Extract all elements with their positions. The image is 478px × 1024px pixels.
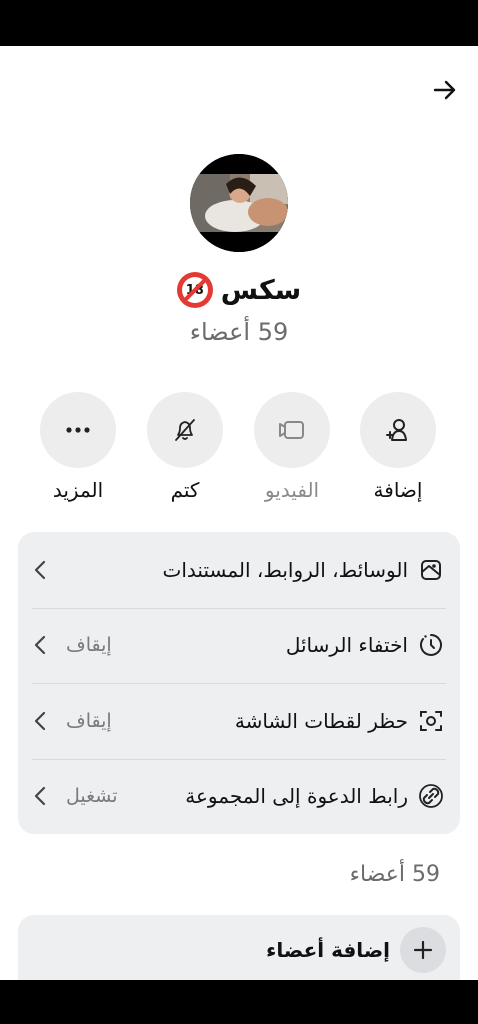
add-button[interactable]: إضافة [348, 392, 448, 502]
no-under-18-icon: 18 [176, 272, 213, 308]
video-label: الفيديو [264, 478, 320, 502]
invite-label: رابط الدعوة إلى المجموعة [185, 784, 408, 809]
chevron-left-icon [32, 635, 48, 655]
status-bar [0, 0, 478, 46]
member-count: 59 أعضاء [189, 318, 289, 346]
group-title: سكس 18 [0, 272, 478, 308]
avatar-photo [190, 154, 288, 252]
invite-link-row[interactable]: رابط الدعوة إلى المجموعة تشغيل [18, 758, 460, 835]
disappearing-value: إيقاف [66, 634, 112, 657]
timer-icon [416, 630, 446, 660]
more-button[interactable]: المزيد [28, 392, 128, 502]
media-label: الوسائط، الروابط، المستندات [162, 557, 408, 582]
navigation-bar [0, 980, 478, 1024]
add-members-button[interactable]: إضافة أعضاء [18, 915, 460, 985]
back-button[interactable] [425, 72, 465, 108]
members-heading: 59 أعضاء [349, 862, 440, 887]
add-members-card: إضافة أعضاء [18, 915, 460, 985]
block-screenshots-row[interactable]: حظر لقطات الشاشة إيقاف [18, 683, 460, 759]
group-avatar[interactable] [190, 154, 288, 252]
settings-card: الوسائط، الروابط، المستندات اختفاء الرسا… [18, 532, 460, 834]
invite-value: تشغيل [66, 785, 118, 808]
screenshot-block-icon [416, 706, 446, 736]
action-buttons: إضافة الفيديو كتم المزيد [0, 392, 478, 512]
chevron-left-icon [32, 560, 48, 580]
screenshot-value: إيقاف [66, 709, 112, 732]
more-icon [66, 427, 90, 433]
video-button[interactable]: الفيديو [242, 392, 342, 502]
disappearing-messages-row[interactable]: اختفاء الرسائل إيقاف [18, 607, 460, 684]
media-icon [416, 555, 446, 585]
mute-label: كتم [170, 478, 200, 502]
chevron-left-icon [32, 711, 48, 731]
add-label: إضافة [373, 478, 423, 502]
add-user-icon [386, 419, 407, 441]
screenshot-label: حظر لقطات الشاشة [234, 708, 408, 733]
group-name: سكس [220, 274, 302, 306]
video-icon [279, 421, 304, 439]
arrow-right-icon [433, 80, 456, 100]
mute-button[interactable]: كتم [135, 392, 235, 502]
disappearing-label: اختفاء الرسائل [285, 633, 408, 658]
media-links-docs-row[interactable]: الوسائط، الروابط، المستندات [18, 532, 460, 608]
plus-icon [400, 927, 446, 973]
add-members-label: إضافة أعضاء [266, 938, 390, 962]
link-icon [416, 781, 446, 811]
more-label: المزيد [52, 478, 104, 502]
chevron-left-icon [32, 786, 48, 806]
bell-off-icon [175, 419, 195, 441]
